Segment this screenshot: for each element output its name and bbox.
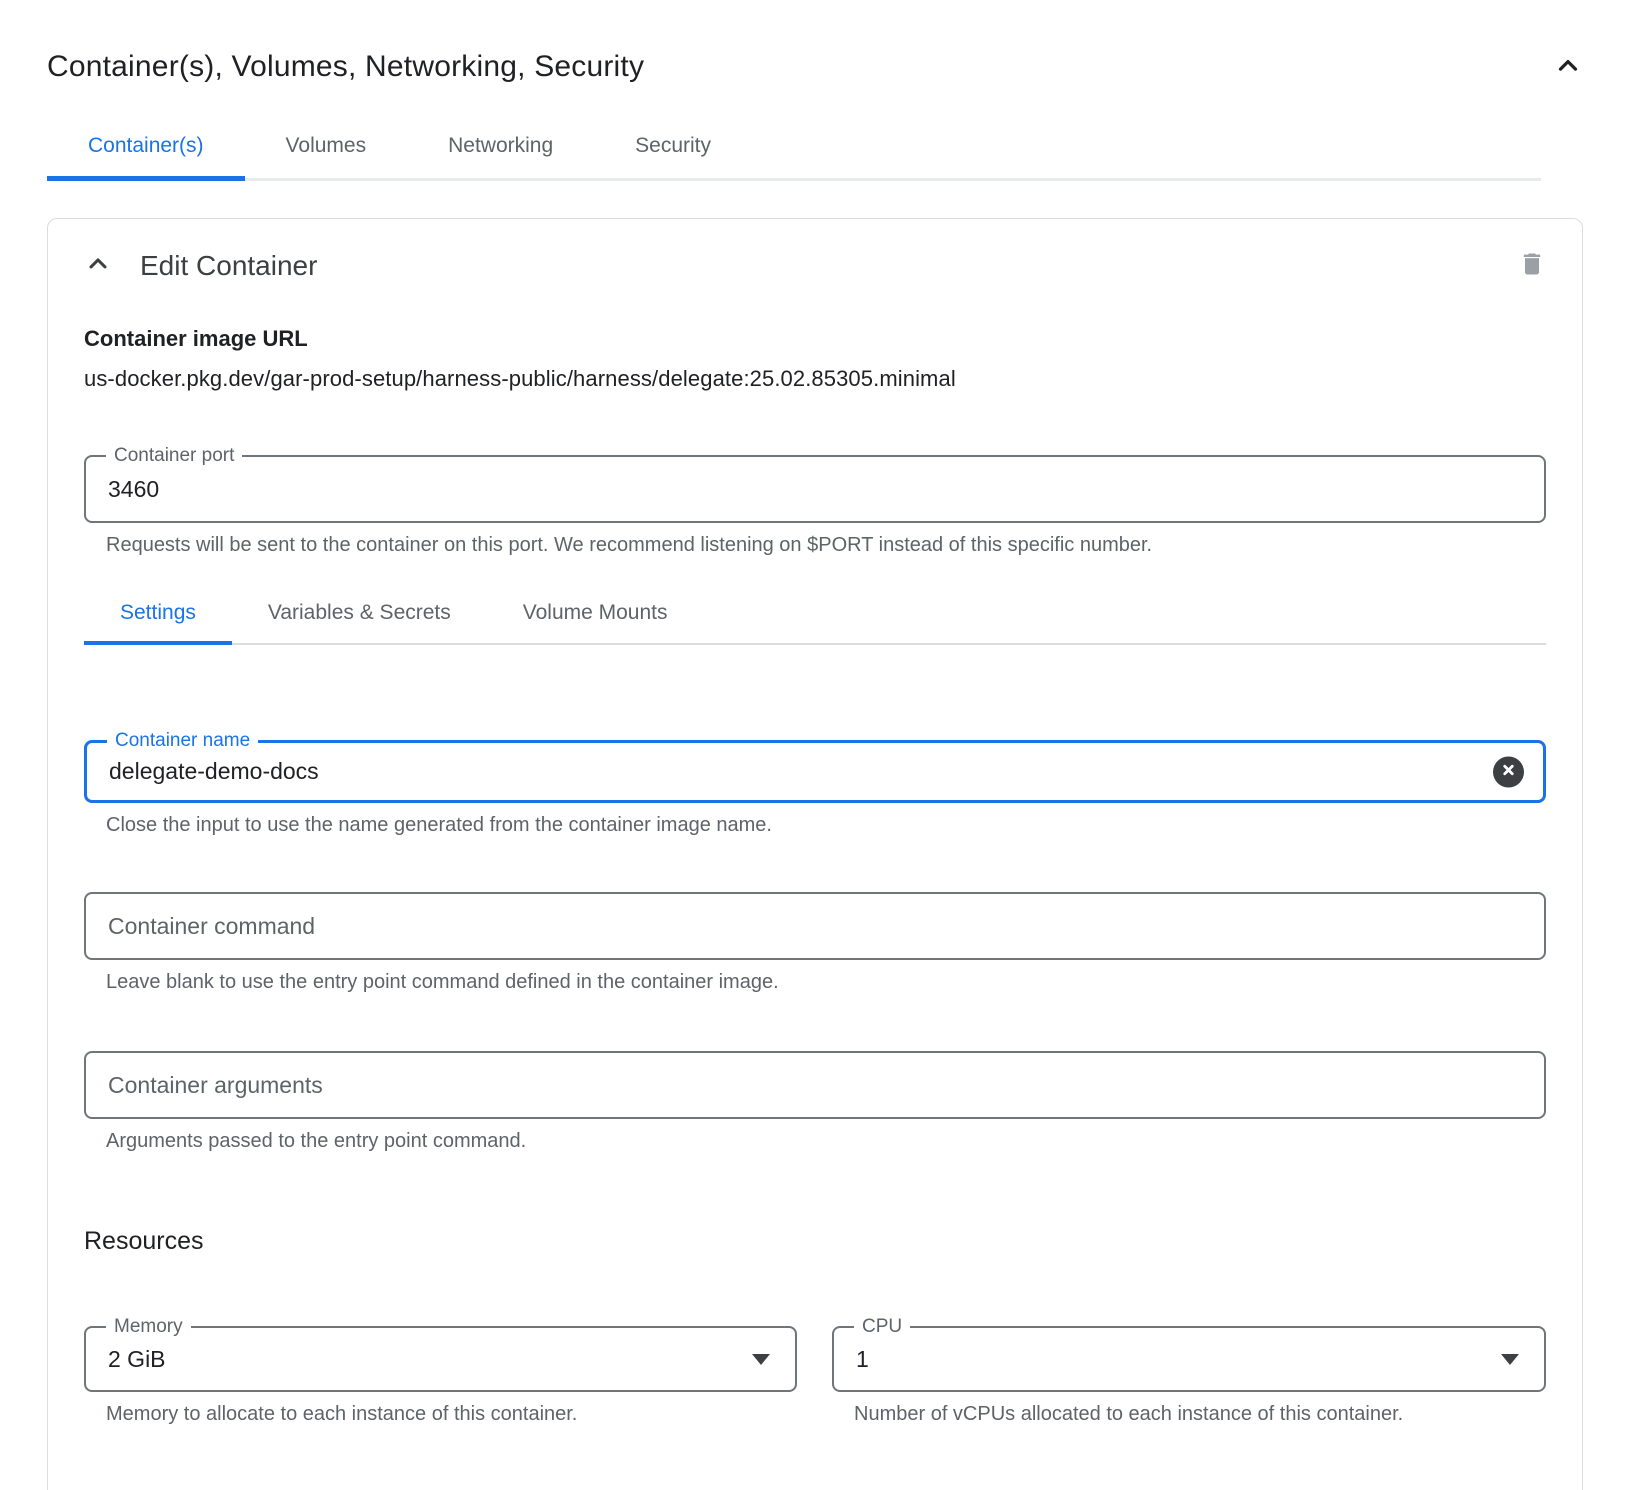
- tab-volumes[interactable]: Volumes: [245, 120, 408, 178]
- cloud-run-container-panel: Container(s), Volumes, Networking, Secur…: [0, 50, 1636, 1490]
- container-sub-tabs: Settings Variables & Secrets Volume Moun…: [84, 601, 1546, 645]
- tab-volume-mounts[interactable]: Volume Mounts: [487, 601, 704, 643]
- memory-select[interactable]: Memory 2 GiB: [84, 1326, 797, 1392]
- cpu-label: CPU: [854, 1315, 910, 1339]
- resources-heading: Resources: [84, 1227, 1546, 1256]
- close-icon: [1501, 763, 1516, 781]
- panel-header: Container(s), Volumes, Networking, Secur…: [47, 50, 1583, 84]
- edit-container-header: Edit Container: [84, 249, 1546, 282]
- cpu-value: 1: [834, 1346, 869, 1373]
- cpu-helper: Number of vCPUs allocated to each instan…: [832, 1400, 1546, 1428]
- container-port-helper: Requests will be sent to the container o…: [84, 531, 1546, 559]
- collapse-panel-button[interactable]: [1553, 51, 1583, 84]
- cpu-select[interactable]: CPU 1: [832, 1326, 1546, 1392]
- container-command-field[interactable]: [84, 892, 1546, 960]
- edit-container-title: Edit Container: [140, 250, 317, 282]
- memory-helper: Memory to allocate to each instance of t…: [84, 1400, 797, 1428]
- container-name-input[interactable]: [87, 743, 1543, 800]
- panel-title: Container(s), Volumes, Networking, Secur…: [47, 50, 644, 84]
- collapse-container-button[interactable]: [84, 250, 112, 281]
- container-port-input[interactable]: [86, 457, 1544, 521]
- tab-variables-secrets[interactable]: Variables & Secrets: [232, 601, 487, 643]
- container-command-input[interactable]: [86, 894, 1544, 958]
- cpu-column: CPU 1 Number of vCPUs allocated to each …: [832, 1326, 1546, 1428]
- container-name-field[interactable]: Container name: [84, 740, 1546, 803]
- container-image-url-label: Container image URL: [84, 326, 1546, 352]
- delete-container-button[interactable]: [1518, 249, 1546, 282]
- memory-label: Memory: [106, 1315, 191, 1339]
- resources-row: Memory 2 GiB Memory to allocate to each …: [84, 1326, 1546, 1428]
- memory-value: 2 GiB: [86, 1346, 166, 1373]
- dropdown-arrow-icon: [1501, 1354, 1519, 1365]
- dropdown-arrow-icon: [752, 1354, 770, 1365]
- main-tabs: Container(s) Volumes Networking Security: [47, 120, 1541, 181]
- container-arguments-helper: Arguments passed to the entry point comm…: [84, 1127, 1546, 1155]
- container-arguments-input[interactable]: [86, 1053, 1544, 1117]
- tab-security[interactable]: Security: [594, 120, 752, 178]
- chevron-up-icon: [84, 250, 112, 281]
- container-name-label: Container name: [107, 729, 258, 753]
- clear-name-button[interactable]: [1493, 756, 1524, 787]
- edit-container-card: Edit Container Container image URL us-do…: [47, 218, 1583, 1490]
- container-arguments-field[interactable]: [84, 1051, 1546, 1119]
- chevron-up-icon: [1553, 51, 1583, 84]
- memory-column: Memory 2 GiB Memory to allocate to each …: [84, 1326, 797, 1428]
- container-image-url-value: us-docker.pkg.dev/gar-prod-setup/harness…: [84, 366, 1546, 392]
- tab-settings[interactable]: Settings: [84, 601, 232, 643]
- tab-networking[interactable]: Networking: [407, 120, 594, 178]
- container-command-helper: Leave blank to use the entry point comma…: [84, 968, 1546, 996]
- trash-icon: [1518, 249, 1546, 282]
- container-name-helper: Close the input to use the name generate…: [84, 811, 1546, 839]
- container-port-field[interactable]: Container port: [84, 455, 1546, 523]
- container-port-label: Container port: [106, 444, 242, 468]
- tab-containers[interactable]: Container(s): [47, 120, 245, 178]
